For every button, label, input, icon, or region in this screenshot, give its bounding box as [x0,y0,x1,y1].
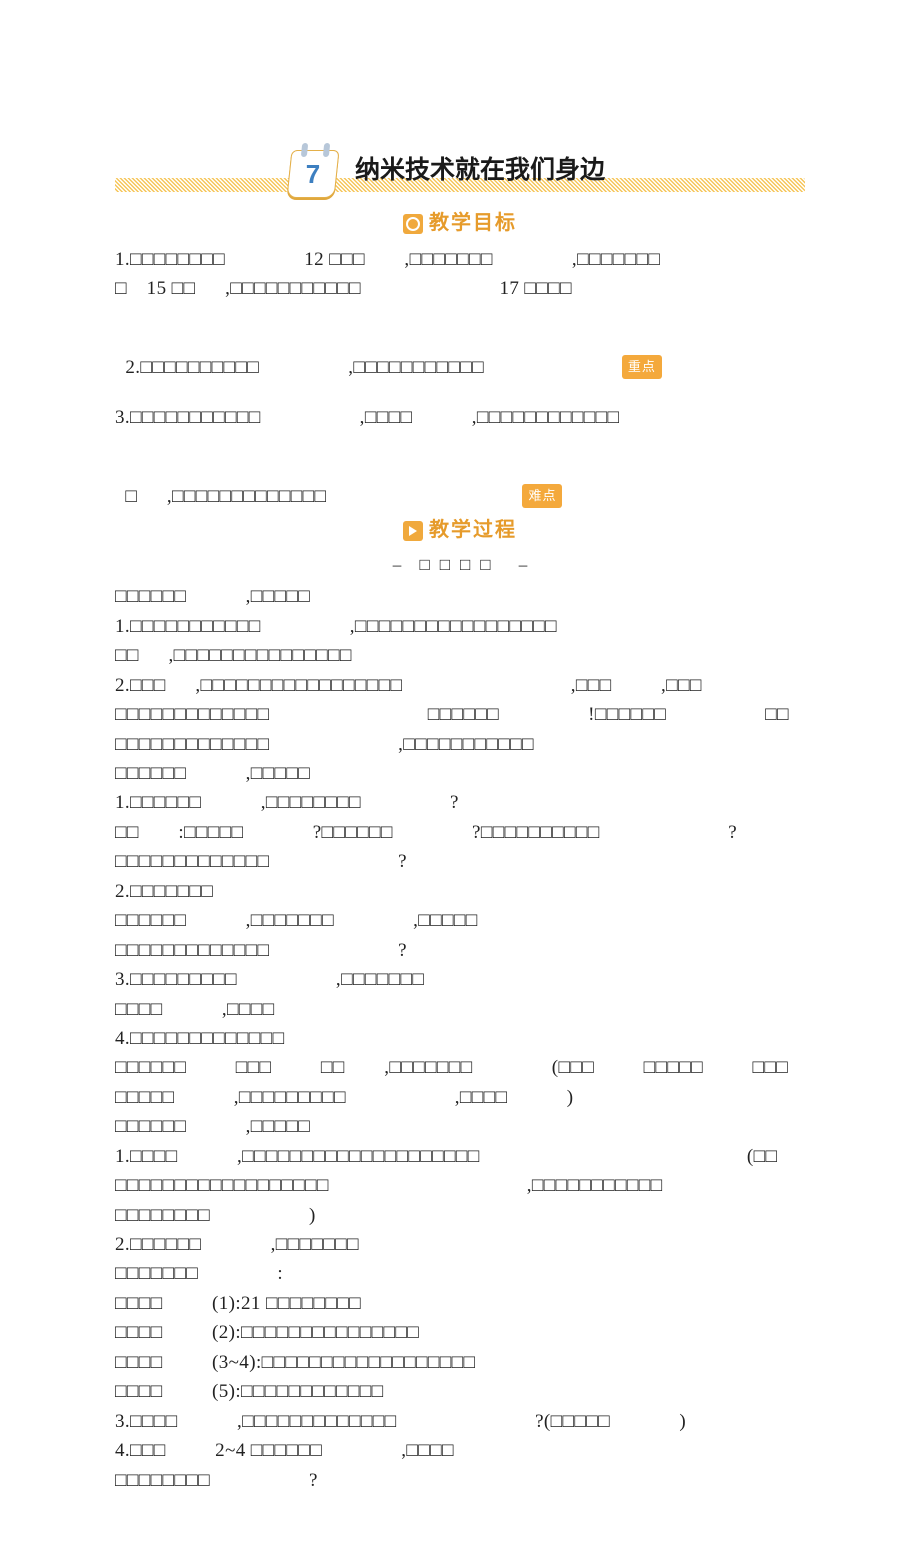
goal-1-line2: □ 15 □□ ,□□□□□□□□□□□ 17 □□□□ [115,274,805,303]
proc-29: 3.□□□□ ,□□□□□□□□□□□□□ ?(□□□□□ ) [115,1407,805,1436]
proc-26: □□□□ (2):□□□□□□□□□□□□□□□ [115,1318,805,1347]
goals-heading: 教学目标 [115,208,805,239]
process-subheading: – □□□□ – [115,552,805,578]
target-icon [403,214,423,234]
goal-2: 2.□□□□□□□□□□ ,□□□□□□□□□□□ 重点 [115,324,805,383]
proc-09: □□ :□□□□□ ?□□□□□□ ?□□□□□□□□□□ ? [115,818,805,847]
goal-3-line1: 3.□□□□□□□□□□□ ,□□□□ ,□□□□□□□□□□□□ [115,403,805,432]
proc-12: □□□□□□ ,□□□□□□□ ,□□□□□ [115,906,805,935]
proc-05: □□□□□□□□□□□□□ □□□□□□ !□□□□□□ □□ [115,700,805,729]
proc-11: 2.□□□□□□□ [115,877,805,906]
proc-22: □□□□□□□□ ) [115,1201,805,1230]
goal-1-line1: 1.□□□□□□□□ 12 □□□ ,□□□□□□□ ,□□□□□□□ [115,245,805,274]
proc-06: □□□□□□□□□□□□□ ,□□□□□□□□□□□ [115,730,805,759]
proc-25: □□□□ (1):21 □□□□□□□□ [115,1289,805,1318]
goal-3-text2: □ ,□□□□□□□□□□□□□ [125,486,326,507]
proc-07: □□□□□□ ,□□□□□ [115,759,805,788]
proc-03: □□ ,□□□□□□□□□□□□□□□ [115,641,805,670]
proc-02: 1.□□□□□□□□□□□ ,□□□□□□□□□□□□□□□□□ [115,612,805,641]
dash-left: – [393,555,402,574]
goal-3-line2: □ ,□□□□□□□□□□□□□ 难点 [115,452,805,511]
proc-27: □□□□ (3~4):□□□□□□□□□□□□□□□□□□ [115,1348,805,1377]
goals-heading-text: 教学目标 [429,208,517,239]
proc-14: 3.□□□□□□□□□ ,□□□□□□□ [115,965,805,994]
lesson-title: 纳米技术就在我们身边 [355,151,605,190]
hard-badge: 难点 [522,484,562,508]
process-heading: 教学过程 [115,515,805,546]
lesson-number: 7 [290,151,336,197]
goal-2-text: 2.□□□□□□□□□□ ,□□□□□□□□□□□ [125,357,484,378]
lesson-banner: 7 纳米技术就在我们身边 [115,140,805,196]
process-heading-text: 教学过程 [429,515,517,546]
proc-13: □□□□□□□□□□□□□ ? [115,936,805,965]
proc-01: □□□□□□ ,□□□□□ [115,582,805,611]
lesson-number-badge: 7 [286,150,339,198]
proc-19: □□□□□□ ,□□□□□ [115,1112,805,1141]
proc-20: 1.□□□□ ,□□□□□□□□□□□□□□□□□□□□ (□□ [115,1142,805,1171]
key-badge: 重点 [622,355,662,379]
arrow-icon [403,521,423,541]
proc-16: 4.□□□□□□□□□□□□□ [115,1024,805,1053]
proc-04: 2.□□□ ,□□□□□□□□□□□□□□□□□ ,□□□ ,□□□ [115,671,805,700]
proc-31: □□□□□□□□ ? [115,1466,805,1495]
proc-21: □□□□□□□□□□□□□□□□□□ ,□□□□□□□□□□□ [115,1171,805,1200]
proc-30: 4.□□□ 2~4 □□□□□□ ,□□□□ [115,1436,805,1465]
proc-10: □□□□□□□□□□□□□ ? [115,847,805,876]
proc-18: □□□□□ ,□□□□□□□□□ ,□□□□ ) [115,1083,805,1112]
process-subheading-text: □□□□ [419,555,500,574]
proc-28: □□□□ (5):□□□□□□□□□□□□ [115,1377,805,1406]
proc-15: □□□□ ,□□□□ [115,995,805,1024]
proc-17: □□□□□□ □□□ □□ ,□□□□□□□ (□□□ □□□□□ □□□ [115,1053,805,1082]
proc-24: □□□□□□□ : [115,1259,805,1288]
proc-23: 2.□□□□□□ ,□□□□□□□ [115,1230,805,1259]
proc-08: 1.□□□□□□ ,□□□□□□□□ ? [115,788,805,817]
dash-right: – [519,555,528,574]
